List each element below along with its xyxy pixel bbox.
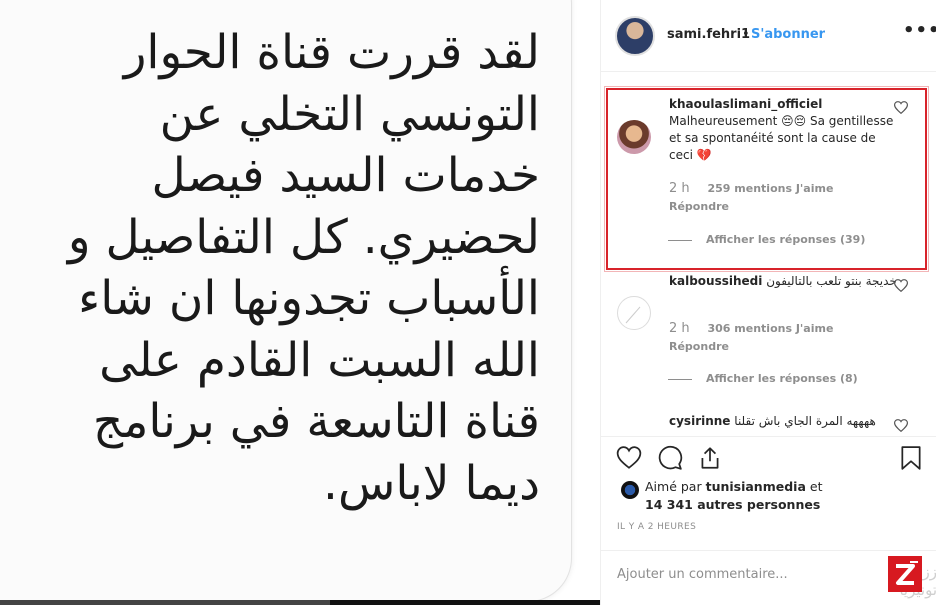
view-replies-button[interactable]: Afficher les réponses (8) [668, 372, 858, 385]
comment-icon[interactable] [657, 445, 683, 471]
liked-by-label: Aimé par [645, 479, 702, 494]
text-line: الله السبت القادم على [99, 332, 540, 388]
heart-icon[interactable] [616, 445, 642, 471]
comment-text: Malheureusement 😔😔 Sa gentillesse et sa … [669, 114, 894, 162]
view-replies-button[interactable]: Afficher les réponses (39) [668, 233, 865, 246]
author-avatar[interactable] [615, 16, 655, 56]
comment-body: khaoulaslimani_officiel Malheureusement … [669, 96, 899, 164]
text-line: التونسي التخلي عن [159, 86, 540, 142]
add-comment-bar: Ajouter un commentaire... ززوم تونيزيا [601, 550, 936, 605]
author-username[interactable]: sami.fehri1 [667, 27, 750, 42]
comment-text: ههههه المرة الجاي باش تقلنا [734, 414, 876, 428]
post-header: sami.fehri1 • S'abonner ••• [601, 0, 936, 72]
comment-body: cysirinne ههههه المرة الجاي باش تقلنا [669, 413, 899, 430]
image-bottom-strip [0, 600, 600, 605]
liker-username[interactable]: tunisianmedia [706, 479, 806, 494]
reply-button[interactable]: Répondre [669, 340, 729, 353]
comment-meta: 2 h 306 mentions J'aime [669, 321, 833, 336]
post-side-panel: sami.fehri1 • S'abonner ••• khaoulaslima… [600, 0, 936, 605]
default-avatar-icon [625, 306, 641, 324]
comment-meta: 2 h 259 mentions J'aime [669, 181, 833, 196]
commenter-avatar[interactable] [617, 120, 651, 154]
bookmark-icon[interactable] [898, 445, 924, 471]
post-image-text: لقد قررت قناة الحوار التونسي التخلي عن خ… [20, 22, 540, 514]
like-comment-icon[interactable] [893, 279, 909, 295]
likes-text: Aimé par tunisianmedia et 14 341 autres … [645, 478, 905, 514]
comment-time: 2 h [669, 181, 690, 196]
like-comment-icon[interactable] [893, 419, 909, 435]
view-replies-label: Afficher les réponses (39) [706, 233, 866, 246]
commenter-username[interactable]: cysirinne [669, 414, 730, 428]
action-bar [601, 436, 936, 476]
zoom-logo-icon [888, 556, 922, 592]
text-line: لقد قررت قناة الحوار [123, 25, 540, 80]
other-likers-link[interactable]: 14 341 autres personnes [645, 497, 820, 512]
commenter-avatar[interactable] [617, 296, 651, 330]
view-replies-label: Afficher les réponses (8) [706, 372, 858, 385]
commenter-username[interactable]: kalboussihedi [669, 274, 762, 288]
text-line: ديما لاباس. [323, 455, 540, 511]
post-image[interactable]: لقد قررت قناة الحوار التونسي التخلي عن خ… [0, 0, 600, 605]
replies-line [668, 378, 692, 380]
like-comment-icon[interactable] [893, 101, 909, 117]
text-line: خدمات السيد فيصل [151, 148, 540, 203]
text-line: لحضيري. كل التفاصيل و [67, 209, 540, 265]
comment-likes[interactable]: 259 mentions J'aime [708, 182, 834, 195]
reply-button[interactable]: Répondre [669, 200, 729, 213]
comment-input[interactable]: Ajouter un commentaire... [617, 567, 788, 582]
share-icon[interactable] [697, 445, 723, 471]
more-options-icon[interactable]: ••• [903, 20, 936, 41]
replies-line [668, 239, 692, 241]
separator-dot: • [742, 27, 750, 42]
post-timestamp[interactable]: IL Y A 2 HEURES [617, 522, 696, 532]
comments-list[interactable]: khaoulaslimani_officiel Malheureusement … [601, 73, 936, 435]
liker-avatar[interactable] [621, 481, 639, 499]
and-label: et [809, 479, 823, 494]
comment-text: خديجة بنتو تلعب بالتاليفون [766, 274, 897, 288]
comment-time: 2 h [669, 321, 690, 336]
text-line: الأسباب تجدونها ان شاء [78, 271, 540, 326]
comment-likes[interactable]: 306 mentions J'aime [708, 322, 834, 335]
follow-button[interactable]: S'abonner [751, 27, 825, 42]
dark-segment [330, 600, 600, 605]
commenter-username[interactable]: khaoulaslimani_officiel [669, 96, 899, 113]
text-line: قناة التاسعة في برنامج [92, 394, 540, 449]
comment-body: kalboussihedi خديجة بنتو تلعب بالتاليفون [669, 273, 899, 290]
